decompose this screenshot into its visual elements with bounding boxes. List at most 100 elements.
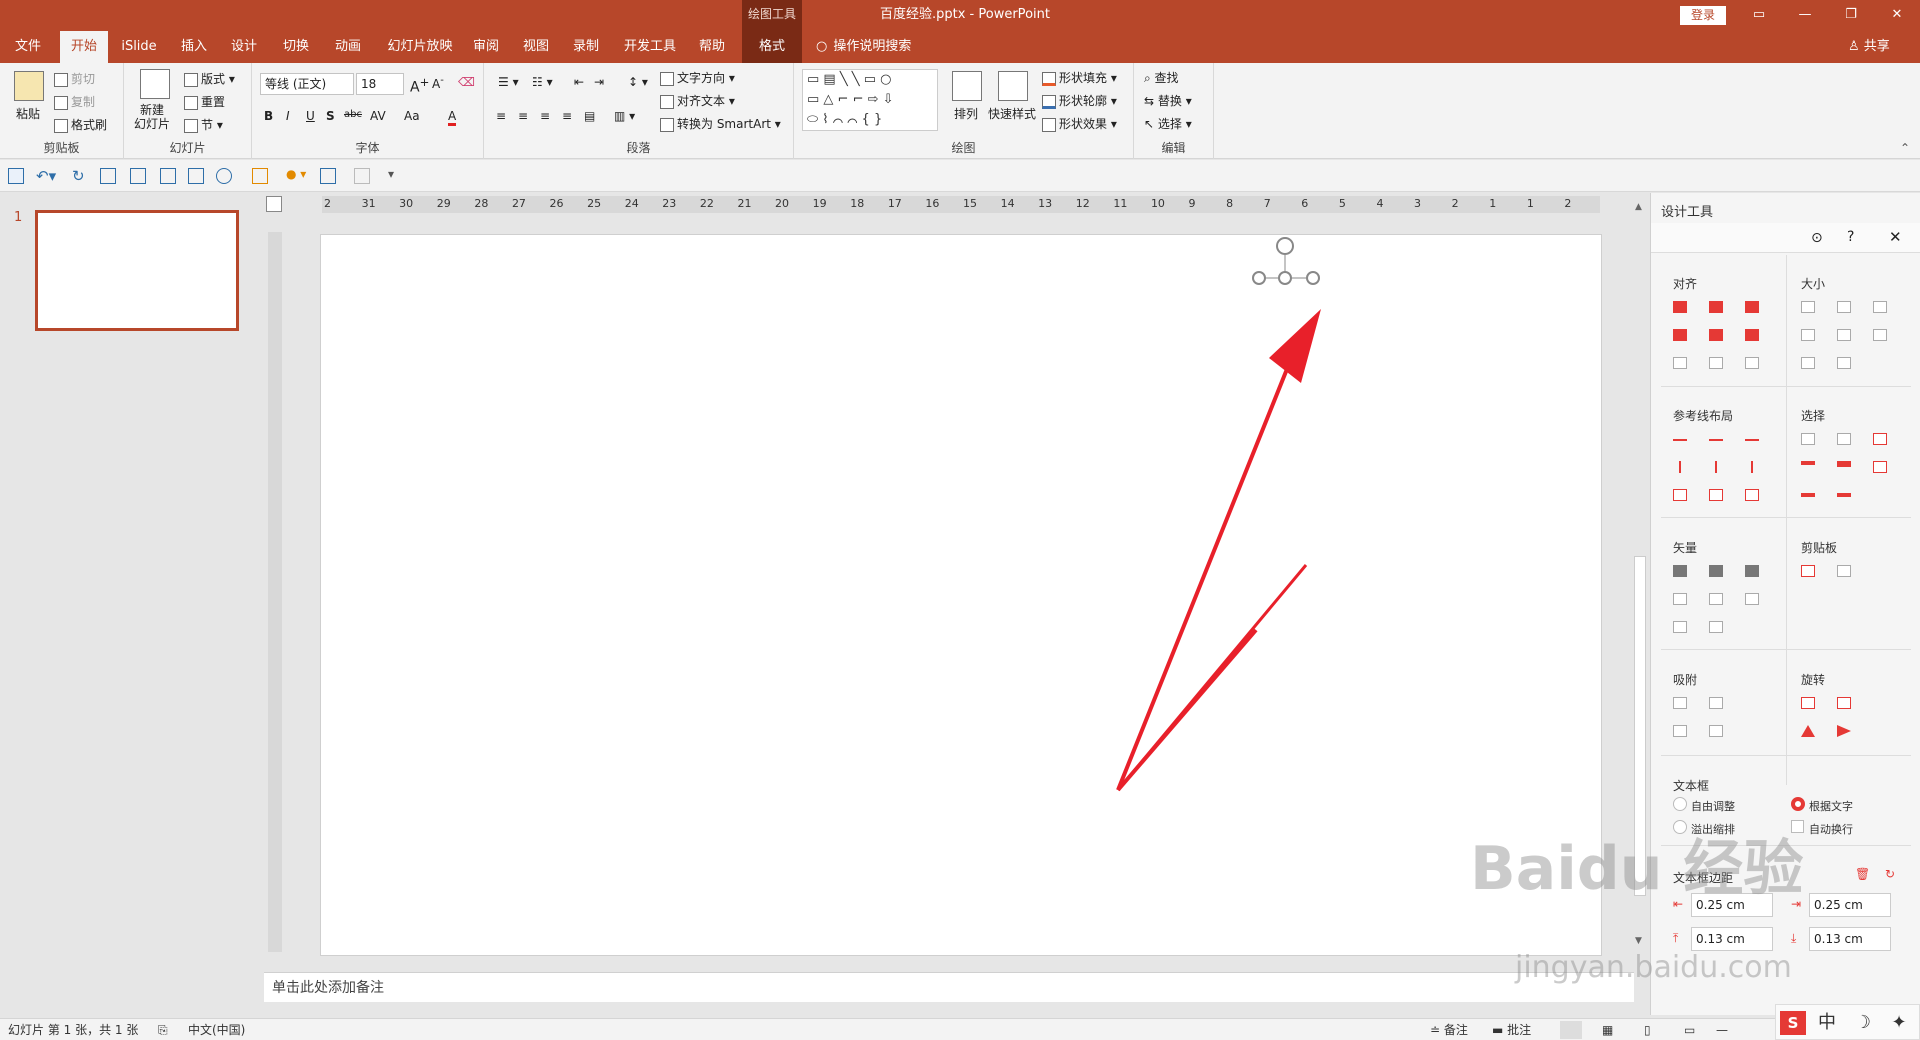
moon-icon[interactable]: ☽ [1848,1009,1878,1037]
arrange-button[interactable]: 排列 [954,105,978,122]
same-width-icon[interactable] [1801,301,1815,313]
guide-bottom-icon[interactable] [1751,461,1753,473]
guide-fit-icon[interactable] [1745,489,1759,501]
select-similar-icon[interactable] [1837,433,1851,445]
tab-developer[interactable]: 开发工具 [620,31,680,63]
same-size-icon[interactable] [1873,301,1887,313]
guide-width-icon[interactable] [1673,489,1687,501]
distribute-h-icon[interactable] [1673,357,1687,369]
collapse-ribbon-icon[interactable]: ⌃ [1900,141,1910,155]
minimize-button[interactable]: — [1782,0,1828,31]
select-button[interactable]: ↖ 选择 ▾ [1144,115,1192,132]
snap-top-icon[interactable] [1673,725,1687,737]
bullets-icon[interactable]: ☰ ▾ [498,75,519,89]
align-left-tool-icon[interactable] [1673,301,1687,313]
intersect-icon[interactable] [1673,593,1687,605]
language-indicator[interactable]: 中文(中国) [188,1019,245,1040]
sogou-logo-icon[interactable]: S [1780,1011,1806,1035]
layout-button[interactable]: 版式 ▾ [184,70,235,87]
trash-icon[interactable]: 🗑 [1855,867,1870,881]
fit-text-radio[interactable] [1791,797,1805,811]
format-painter-button[interactable]: 格式刷 [54,116,107,133]
shape-outline-tool-icon[interactable] [1709,621,1723,633]
text-to-shape-icon[interactable] [1673,621,1687,633]
align-left-icon[interactable]: ≡ [496,109,506,123]
margin-bottom-input[interactable]: 0.13 cm [1809,927,1891,951]
align-top-tool-icon[interactable] [1673,329,1687,341]
align-right-tool-icon[interactable] [1745,301,1759,313]
line-spacing-icon[interactable]: ↕ ▾ [628,75,648,89]
customize-qat-icon[interactable]: ▾ [388,167,394,181]
ime-chinese-toggle[interactable]: 中 [1812,1009,1842,1037]
columns-icon[interactable]: ▥ ▾ [614,109,635,123]
tab-home[interactable]: 开始 [60,31,108,63]
zoom-out-icon[interactable]: — [1716,1019,1728,1040]
paste-tool-icon[interactable] [1837,565,1851,577]
tab-slideshow[interactable]: 幻灯片放映 [380,31,460,63]
comments-toggle[interactable]: ▬ 批注 [1492,1019,1531,1040]
tab-format[interactable]: 格式 [742,31,802,63]
ruler-tab-selector[interactable] [266,196,282,212]
section-button[interactable]: 节 ▾ [184,116,223,133]
snap-bottom-icon[interactable] [1709,725,1723,737]
select-row-icon[interactable] [1837,493,1851,497]
tab-islide[interactable]: iSlide [114,31,164,63]
select-cursor-icon[interactable] [1873,461,1887,473]
toolbar-icon-2[interactable] [160,168,176,184]
replace-button[interactable]: ⇆ 替换 ▾ [1144,92,1192,109]
slide-canvas[interactable] [320,234,1602,956]
distributed-icon[interactable]: ▤ [584,109,595,123]
save-icon[interactable] [8,168,24,184]
ribbon-display-options-icon[interactable]: ▭ [1736,0,1782,31]
points-icon[interactable] [1745,593,1759,605]
snap-right-icon[interactable] [1709,697,1723,709]
scroll-down-icon[interactable]: ▼ [1635,936,1642,946]
decrease-indent-icon[interactable]: ⇤ [574,75,584,89]
tab-help[interactable]: 帮助 [692,31,732,63]
increase-indent-icon[interactable]: ⇥ [594,75,604,89]
guide-height-icon[interactable] [1709,489,1723,501]
justify-icon[interactable]: ≡ [562,109,572,123]
free-adjust-radio[interactable] [1673,797,1687,811]
toolbar-icon-4[interactable] [216,168,232,184]
close-panel-icon[interactable]: ✕ [1889,228,1902,246]
scroll-up-icon[interactable]: ▲ [1635,202,1642,212]
share-button[interactable]: ♙ 共享 [1848,31,1890,63]
text-direction-button[interactable]: 文字方向 ▾ [660,69,735,86]
flip-horizontal-icon[interactable] [1837,725,1851,737]
flip-vertical-icon[interactable] [1801,725,1815,737]
align-middle-tool-icon[interactable] [1709,329,1723,341]
size-right-icon[interactable] [1837,329,1851,341]
notes-toggle[interactable]: ≐ 备注 [1430,1019,1468,1040]
maximize-button[interactable]: ❐ [1828,0,1874,31]
new-slide-button[interactable]: 新建 幻灯片 [134,103,170,131]
accessibility-icon[interactable]: ⎘ [158,1019,168,1040]
shape-fill-button[interactable]: 形状填充 ▾ [1042,69,1117,86]
toolbar-icon-1[interactable] [130,168,146,184]
help-icon[interactable]: ? [1847,229,1854,245]
snap-left-icon[interactable] [1673,697,1687,709]
char-spacing-button[interactable]: AV [370,109,386,123]
settings-icon[interactable]: ⊙ [1811,230,1823,246]
font-color-button[interactable]: A [448,109,457,126]
select-same-icon[interactable] [1801,433,1815,445]
select-top-icon[interactable] [1801,461,1815,465]
size-top-icon[interactable] [1801,357,1815,369]
guide-right-icon[interactable] [1745,439,1759,441]
smartart-button[interactable]: 转换为 SmartArt ▾ [660,115,781,132]
refresh-icon[interactable]: ↻ [1885,867,1895,881]
shadow-button[interactable]: S [326,109,335,123]
margin-top-input[interactable]: 0.13 cm [1691,927,1773,951]
select-invert-icon[interactable] [1873,433,1887,445]
combine-icon[interactable] [1709,565,1723,577]
reset-button[interactable]: 重置 [184,93,225,110]
sorter-view-icon[interactable]: ▦ [1602,1019,1613,1040]
same-height-icon[interactable] [1837,301,1851,313]
grow-font-icon[interactable]: A+ [410,75,429,96]
vertical-ruler[interactable] [268,232,282,952]
tab-animations[interactable]: 动画 [328,31,368,63]
slideshow-view-icon[interactable]: ▭ [1684,1019,1695,1040]
shape-outline-button[interactable]: 形状轮廓 ▾ [1042,92,1117,109]
align-center-tool-icon[interactable] [1709,301,1723,313]
undo-icon[interactable]: ↶▾ [36,167,56,185]
